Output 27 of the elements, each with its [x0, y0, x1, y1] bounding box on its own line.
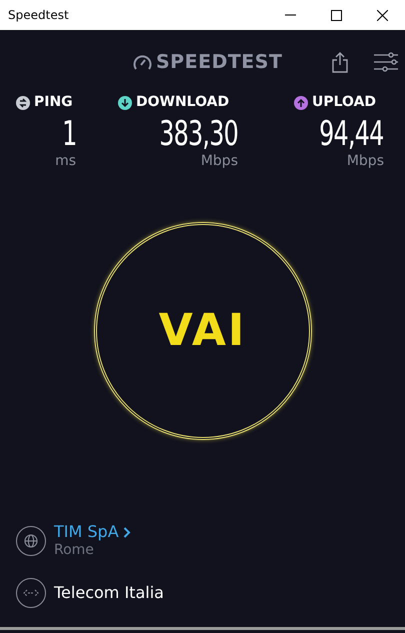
- speedtest-logo: SPEEDTEST: [156, 50, 282, 75]
- metric-unit: ms: [55, 152, 76, 171]
- maximize-icon: [330, 10, 342, 20]
- metric-value: 94,44: [320, 117, 384, 151]
- share-icon: [332, 51, 348, 73]
- close-icon: [376, 10, 388, 20]
- server-link[interactable]: TIM SpA: [54, 522, 131, 542]
- ping-icon: [16, 96, 30, 110]
- metric-unit: Mbps: [346, 152, 384, 171]
- provider-name: Telecom Italia: [54, 582, 164, 604]
- metric-unit: Mbps: [200, 152, 238, 171]
- globe-icon: [16, 526, 46, 556]
- metric-label: PING: [34, 93, 73, 112]
- minimize-icon: [284, 14, 296, 16]
- metric-value: 1: [62, 117, 76, 151]
- chevron-icon: [122, 526, 131, 538]
- server-location: Rome: [54, 542, 95, 560]
- metric-label: DOWNLOAD: [136, 93, 230, 112]
- gauge-icon: [133, 54, 152, 70]
- upload-icon: [294, 96, 308, 110]
- sliders-icon: [373, 52, 400, 72]
- window-title: Speedtest: [7, 7, 70, 24]
- metric-value: 383,30: [159, 117, 238, 151]
- connection-icon: [16, 578, 46, 608]
- metric-label: UPLOAD: [312, 93, 376, 112]
- download-icon: [118, 96, 132, 110]
- start-button[interactable]: VAI: [94, 222, 312, 440]
